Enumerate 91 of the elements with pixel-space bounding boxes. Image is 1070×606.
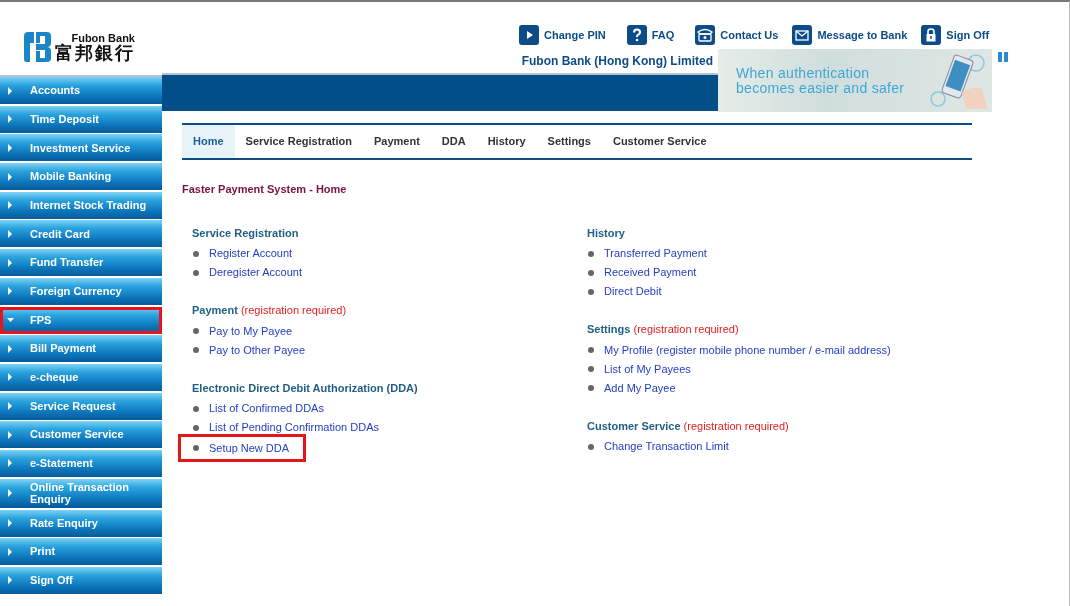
bullet-icon xyxy=(193,250,199,257)
play-icon xyxy=(519,25,539,45)
caret-right-icon xyxy=(7,143,14,152)
bullet-icon xyxy=(193,424,199,431)
bullet-icon xyxy=(588,288,594,295)
link[interactable]: Add My Payee xyxy=(604,379,676,397)
caret-right-icon xyxy=(7,287,14,296)
bullet-icon xyxy=(193,405,199,412)
sidebar-item[interactable]: Rate Enquiry xyxy=(0,509,162,537)
section-heading: Electronic Direct Debit Authorization (DDA) xyxy=(192,380,419,396)
caret-right-icon xyxy=(7,229,14,238)
sidebar-item[interactable]: Accounts xyxy=(0,77,162,104)
tab[interactable]: Settings xyxy=(536,125,602,158)
caret-down-icon xyxy=(7,316,14,324)
caret-right-icon xyxy=(7,115,14,124)
bullet-icon xyxy=(193,269,199,276)
link[interactable]: Pay to Other Payee xyxy=(209,341,305,359)
header-link[interactable]: FAQ xyxy=(626,25,675,45)
lock-icon xyxy=(921,25,942,45)
sidebar-item[interactable]: Service Request xyxy=(0,392,162,420)
bullet-icon xyxy=(193,445,199,451)
header-link[interactable]: Sign Off xyxy=(921,25,990,45)
header-link[interactable]: Message to Bank xyxy=(792,25,908,45)
sidebar-item[interactable]: e-Statement xyxy=(0,449,162,477)
bullet-icon xyxy=(193,328,199,334)
bullet-icon xyxy=(193,347,199,353)
bullet-icon xyxy=(588,347,594,353)
tab[interactable]: DDA xyxy=(430,125,477,158)
bullet-icon xyxy=(588,269,594,276)
caret-right-icon xyxy=(7,344,14,353)
section-heading: Settings (registration required) xyxy=(587,322,740,337)
tab[interactable]: History xyxy=(476,125,537,158)
caret-right-icon xyxy=(7,402,14,411)
banner-text: When authentication becomes easier and safer xyxy=(735,64,905,99)
logo-chinese-text: 富邦銀行 xyxy=(55,44,135,62)
logo-text: Fubon Bank xyxy=(71,33,135,44)
telephone-icon xyxy=(695,25,716,45)
sidebar-item[interactable]: Bill Payment xyxy=(0,335,162,363)
header-link[interactable]: Contact Us xyxy=(695,25,779,45)
link[interactable]: Deregister Account xyxy=(209,264,302,281)
sidebar-item[interactable]: Credit Card xyxy=(0,220,162,248)
section-heading: Customer Service (registration required) xyxy=(587,418,790,434)
caret-right-icon xyxy=(7,430,14,439)
tab[interactable]: Customer Service xyxy=(601,125,718,158)
link[interactable]: List of My Payees xyxy=(604,360,691,378)
caret-right-icon xyxy=(7,576,14,585)
caret-right-icon xyxy=(7,459,14,468)
bullet-icon xyxy=(588,385,594,391)
link[interactable]: Change Transaction Limit xyxy=(604,438,729,455)
sidebar-item[interactable]: Sign Off xyxy=(0,566,162,594)
caret-right-icon xyxy=(7,373,14,382)
sidebar-item[interactable]: e-cheque xyxy=(0,363,162,391)
envelope-icon xyxy=(792,25,813,45)
sidebar-item[interactable]: Online Transaction Enquiry xyxy=(0,478,162,508)
section-heading: Payment (registration required) xyxy=(192,303,348,318)
caret-right-icon xyxy=(7,519,14,528)
tab[interactable]: Home xyxy=(182,125,235,158)
page-title: Faster Payment System - Home xyxy=(182,182,348,197)
pause-icon[interactable] xyxy=(998,52,1008,62)
link[interactable]: Received Payment xyxy=(604,264,697,281)
tab[interactable]: Payment xyxy=(362,125,431,158)
sidebar-item[interactable]: Investment Service xyxy=(0,134,162,162)
question-icon xyxy=(626,25,647,45)
link[interactable]: Pay to My Payee xyxy=(209,322,293,340)
sidebar-item[interactable]: Internet Stock Trading xyxy=(0,191,162,219)
sidebar-item[interactable]: Mobile Banking xyxy=(0,163,162,191)
tab[interactable]: Service Registration xyxy=(234,125,363,158)
sidebar-item[interactable]: Customer Service xyxy=(0,421,162,449)
sidebar-item[interactable]: Foreign Currency xyxy=(0,277,162,305)
link[interactable]: Setup New DDA xyxy=(209,439,290,457)
caret-right-icon xyxy=(7,547,14,556)
link[interactable]: Register Account xyxy=(209,245,293,262)
link[interactable]: List of Confirmed DDAs xyxy=(209,400,324,417)
caret-right-icon xyxy=(7,258,14,267)
section-heading: History xyxy=(587,225,626,241)
link[interactable]: List of Pending Confirmation DDAs xyxy=(209,419,379,436)
caret-right-icon xyxy=(7,201,14,210)
bullet-icon xyxy=(588,443,594,450)
caret-right-icon xyxy=(7,86,14,95)
sidebar-item[interactable]: Time Deposit xyxy=(0,105,162,133)
caret-right-icon xyxy=(7,489,14,498)
link[interactable]: My Profile (register mobile phone number / e-mail address) xyxy=(604,341,891,359)
sidebar-item[interactable]: Fund Transfer xyxy=(0,249,162,277)
link[interactable]: Transferred Payment xyxy=(604,245,707,262)
section-heading: Service Registration xyxy=(192,225,300,241)
bullet-icon xyxy=(588,250,594,257)
bullet-icon xyxy=(588,366,594,372)
link[interactable]: Direct Debit xyxy=(604,283,662,300)
header-link[interactable]: Change PIN xyxy=(519,25,606,45)
caret-right-icon xyxy=(7,172,14,181)
logo-mark-icon xyxy=(24,32,51,62)
